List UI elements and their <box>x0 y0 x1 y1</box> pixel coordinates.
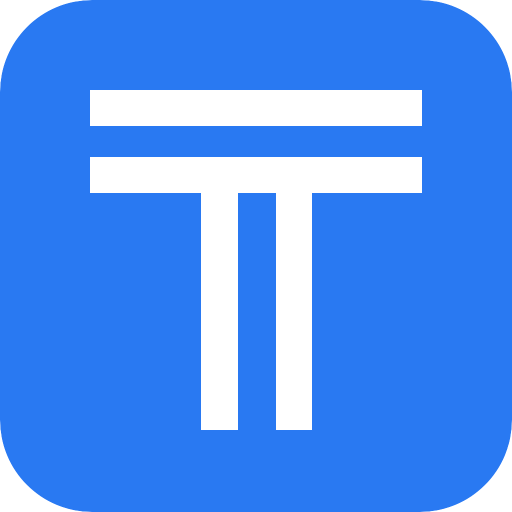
app-icon <box>0 0 512 512</box>
t-logo-icon <box>0 0 512 512</box>
icon-background <box>0 0 512 512</box>
top-bar <box>90 90 422 126</box>
